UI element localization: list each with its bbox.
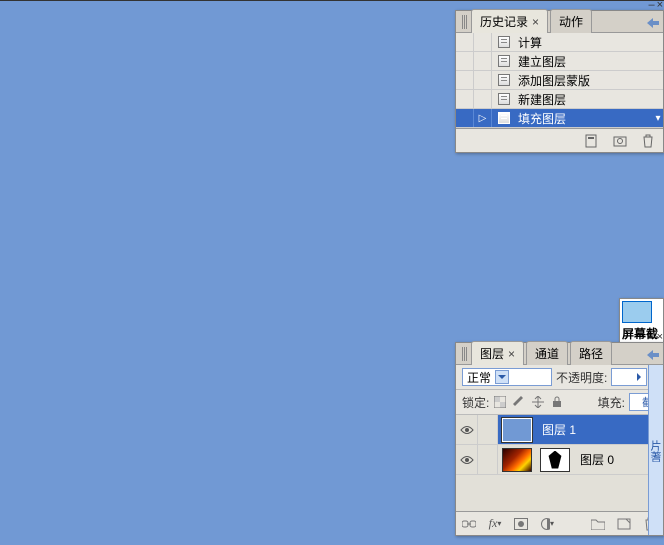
- history-brush-col[interactable]: [474, 90, 492, 108]
- tab-close-icon[interactable]: ×: [508, 347, 515, 361]
- opacity-field[interactable]: [611, 368, 647, 386]
- new-layer-button[interactable]: [617, 517, 631, 531]
- chevron-down-icon: [495, 370, 509, 384]
- history-item[interactable]: 计算: [456, 33, 663, 52]
- history-panel: – × 历史记录× 动作 计算 建立图层: [455, 10, 664, 153]
- history-brush-col[interactable]: [474, 52, 492, 70]
- screenshot-thumb: [622, 301, 652, 323]
- new-snapshot-button[interactable]: [613, 134, 627, 148]
- history-snapshot-col[interactable]: [456, 33, 474, 51]
- side-tab-label: 片蓍: [649, 440, 661, 462]
- history-panel-header: 历史记录 × 动作: [456, 11, 663, 33]
- lock-icons-group: [493, 395, 564, 409]
- tab-close-icon[interactable]: ×: [532, 15, 539, 29]
- history-item[interactable]: 添加图层蒙版: [456, 71, 663, 90]
- layer-list: 图层 1 图层 0: [456, 415, 663, 511]
- opacity-label: 不透明度:: [556, 369, 607, 386]
- layer-link-col[interactable]: [478, 445, 498, 474]
- layers-toolbar: fx▾ ▾: [456, 511, 663, 535]
- history-item-label: 填充图层: [516, 110, 653, 127]
- layer-row[interactable]: 图层 1: [456, 415, 663, 445]
- panel-menu-button[interactable]: [647, 349, 659, 363]
- history-item-label: 添加图层蒙版: [516, 72, 663, 89]
- minimize-button[interactable]: –: [648, 0, 654, 11]
- layer-visibility-toggle[interactable]: [456, 445, 478, 474]
- history-item[interactable]: 建立图层: [456, 52, 663, 71]
- history-list: 计算 建立图层 添加图层蒙版 新建图层 ▷: [456, 33, 663, 152]
- lock-pixels-button[interactable]: [512, 395, 526, 409]
- layer-mask-thumbnail[interactable]: [540, 448, 570, 472]
- panel-menu-button[interactable]: [647, 17, 659, 31]
- history-step-icon: [496, 54, 512, 68]
- side-tab[interactable]: 片蓍: [648, 365, 663, 535]
- grip-handle[interactable]: [462, 347, 467, 361]
- eye-icon: [460, 425, 474, 435]
- lock-fill-row: 锁定: 填充: 截: [456, 390, 663, 415]
- close-button[interactable]: ×: [657, 0, 663, 11]
- tab-actions[interactable]: 动作: [550, 9, 592, 33]
- layer-link-col[interactable]: [478, 415, 498, 444]
- history-step-icon: [496, 111, 512, 125]
- tab-paths[interactable]: 路径: [570, 341, 612, 365]
- eye-icon: [460, 455, 474, 465]
- history-step-icon: [496, 35, 512, 49]
- tab-history[interactable]: 历史记录 ×: [471, 9, 548, 33]
- tab-layers[interactable]: 图层 ×: [471, 341, 524, 365]
- delete-state-button[interactable]: [641, 134, 655, 148]
- history-brush-col[interactable]: ▷: [474, 109, 492, 127]
- history-item-label: 建立图层: [516, 53, 663, 70]
- chevron-right-icon: ▾: [653, 113, 663, 124]
- layer-style-button[interactable]: fx▾: [488, 517, 502, 531]
- arrow-right-icon: [637, 373, 645, 381]
- lock-transparency-button[interactable]: [493, 395, 507, 409]
- layer-thumbnail[interactable]: [502, 418, 532, 442]
- close-button[interactable]: ×: [657, 331, 663, 343]
- history-snapshot-col[interactable]: [456, 52, 474, 70]
- history-item[interactable]: 新建图层: [456, 90, 663, 109]
- layer-thumbnail[interactable]: [502, 448, 532, 472]
- layers-panel-body: 正常 不透明度: 锁定: 填充: 截: [456, 365, 663, 535]
- add-mask-button[interactable]: [514, 517, 528, 531]
- history-item-label: 计算: [516, 34, 663, 51]
- link-layers-button[interactable]: [462, 517, 476, 531]
- layers-panel: – × 图层× 通道 路径 正常 不透明度: 锁定:: [455, 342, 664, 536]
- blend-mode-value: 正常: [467, 369, 491, 386]
- panel-window-controls: – ×: [648, 0, 663, 11]
- blend-mode-select[interactable]: 正常: [462, 368, 552, 386]
- history-brush-col[interactable]: [474, 33, 492, 51]
- tab-paths-label: 路径: [579, 347, 603, 361]
- tab-history-label: 历史记录: [480, 15, 528, 29]
- history-step-icon: [496, 73, 512, 87]
- history-brush-col[interactable]: [474, 71, 492, 89]
- lock-all-button[interactable]: [550, 395, 564, 409]
- layer-name[interactable]: 图层 1: [536, 421, 576, 438]
- lock-position-button[interactable]: [531, 395, 545, 409]
- lock-label: 锁定:: [462, 394, 489, 411]
- history-toolbar: [456, 128, 663, 152]
- tab-channels-label: 通道: [535, 347, 559, 361]
- history-snapshot-col[interactable]: [456, 71, 474, 89]
- layer-name[interactable]: 图层 0: [574, 451, 614, 468]
- tab-actions-label: 动作: [559, 15, 583, 29]
- blend-opacity-row: 正常 不透明度:: [456, 365, 663, 390]
- new-document-from-state-button[interactable]: [585, 134, 599, 148]
- fill-label: 填充:: [598, 394, 625, 411]
- adjustment-layer-button[interactable]: ▾: [540, 517, 554, 531]
- layers-panel-header: 图层 × 通道 路径: [456, 343, 663, 365]
- tab-channels[interactable]: 通道: [526, 341, 568, 365]
- layer-visibility-toggle[interactable]: [456, 415, 478, 444]
- layer-row[interactable]: 图层 0: [456, 445, 663, 475]
- grip-handle[interactable]: [462, 15, 467, 29]
- history-item[interactable]: ▷ 填充图层 ▾: [456, 109, 663, 128]
- minimize-button[interactable]: –: [648, 331, 654, 343]
- history-snapshot-col[interactable]: [456, 90, 474, 108]
- tab-layers-label: 图层: [480, 347, 504, 361]
- history-item-label: 新建图层: [516, 91, 663, 108]
- history-step-icon: [496, 92, 512, 106]
- history-snapshot-col[interactable]: [456, 109, 474, 127]
- panel-window-controls: – ×: [648, 331, 663, 343]
- new-group-button[interactable]: [591, 517, 605, 531]
